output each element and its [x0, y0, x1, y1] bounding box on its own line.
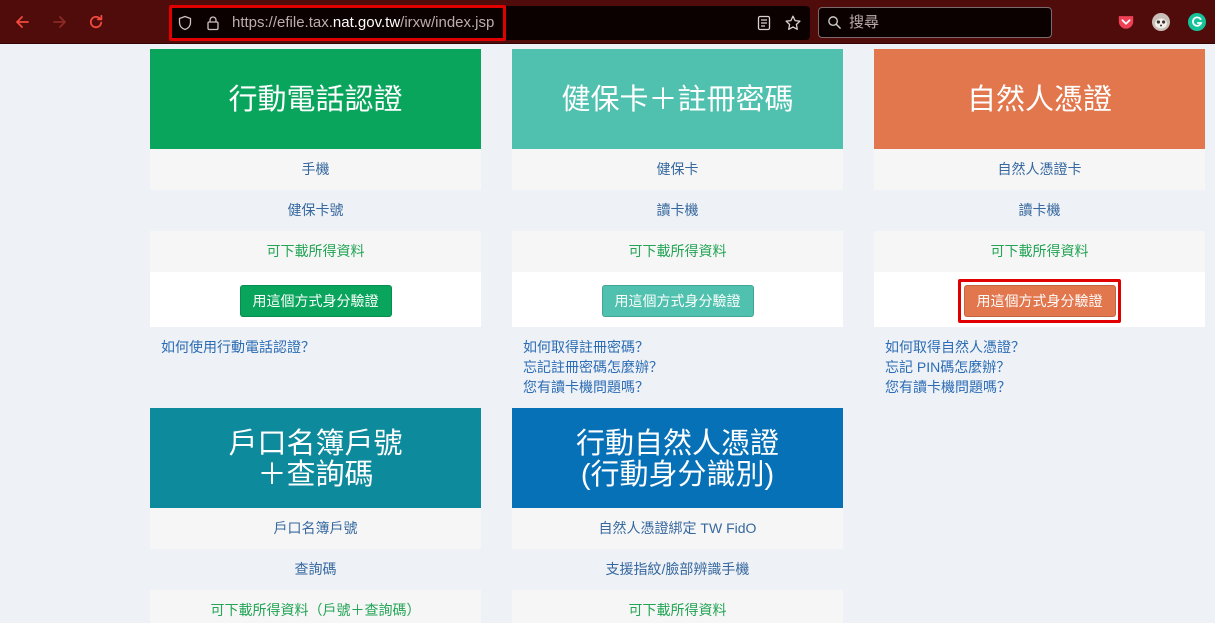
grammarly-button[interactable]	[1187, 12, 1207, 32]
help-link[interactable]: 您有讀卡機問題嗎？	[885, 377, 1194, 397]
card-title: 健保卡＋註冊密碼	[561, 84, 794, 116]
help-link[interactable]: 忘記註冊密碼怎麼辦？	[523, 357, 832, 377]
bookmark-button[interactable]	[785, 15, 801, 31]
reader-view-icon	[757, 15, 771, 31]
reload-icon	[89, 14, 103, 29]
download-note: 可下載所得資料	[512, 590, 843, 623]
card-header: 戶口名簿戶號 ＋查詢碼	[150, 408, 481, 508]
auth-option-mobile-citizen-certificate: 行動自然人憑證 (行動身分識別) 自然人憑證綁定 TW FidO 支援指紋/臉部…	[512, 408, 843, 623]
url-domain: nat.gov.tw	[332, 14, 401, 31]
requirement-row: 查詢碼	[294, 561, 337, 577]
grammarly-icon	[1188, 13, 1206, 31]
card-title: 行動電話認證	[228, 84, 403, 116]
search-icon	[828, 16, 841, 29]
card-header: 行動電話認證	[150, 49, 481, 149]
lock-icon	[207, 16, 219, 31]
requirement-row: 自然人憑證綁定 TW FidO	[512, 508, 843, 549]
card-header: 自然人憑證	[874, 49, 1205, 149]
button-row: 用這個方式身分驗證	[150, 272, 481, 327]
tracking-protection-button[interactable]	[177, 15, 193, 31]
search-input[interactable]	[849, 8, 1047, 37]
requirement-row: 讀卡機	[1018, 202, 1061, 218]
card-title-line: ＋查詢碼	[257, 458, 374, 491]
help-links: 如何使用行動電話認證？	[150, 327, 481, 357]
auth-options-grid: 行動電話認證 手機 健保卡號 可下載所得資料 用這個方式身分驗證 如何使用行動電…	[150, 49, 1205, 623]
avatar-icon	[1152, 13, 1170, 31]
help-link[interactable]: 如何使用行動電話認證？	[161, 337, 470, 357]
help-links: 如何取得註冊密碼？ 忘記註冊密碼怎麼辦？ 您有讀卡機問題嗎？	[512, 327, 843, 397]
forward-button[interactable]	[44, 6, 76, 38]
star-icon	[785, 15, 801, 30]
download-note: 可下載所得資料（戶號＋查詢碼）	[150, 590, 481, 623]
verify-with-health-card-button[interactable]: 用這個方式身分驗證	[601, 285, 754, 317]
download-note: 可下載所得資料	[150, 231, 481, 272]
requirement-row: 戶口名簿戶號	[150, 508, 481, 549]
arrow-right-icon	[53, 16, 66, 28]
requirement-row: 健保卡	[512, 149, 843, 190]
address-bar[interactable]: https://efile.tax.nat.gov.tw/irxw/index.…	[170, 6, 810, 40]
help-links: 如何取得自然人憑證？ 忘記 PIN碼怎麼辦？ 您有讀卡機問題嗎？	[874, 327, 1205, 397]
help-link[interactable]: 如何取得註冊密碼？	[523, 337, 832, 357]
shield-icon	[178, 15, 192, 31]
card-title-line: 行動自然人憑證	[575, 427, 779, 460]
help-link[interactable]: 如何取得自然人憑證？	[885, 337, 1194, 357]
back-button[interactable]	[6, 6, 38, 38]
verify-with-citizen-certificate-button[interactable]: 用這個方式身分驗證	[963, 285, 1116, 317]
pocket-button[interactable]	[1116, 12, 1136, 32]
button-row: 用這個方式身分驗證	[512, 272, 843, 327]
card-header: 健保卡＋註冊密碼	[512, 49, 843, 149]
download-note: 可下載所得資料	[512, 231, 843, 272]
search-icon-wrap	[827, 15, 842, 30]
verify-with-mobile-button[interactable]: 用這個方式身分驗證	[239, 285, 392, 317]
card-header: 行動自然人憑證 (行動身分識別)	[512, 408, 843, 508]
download-note: 可下載所得資料	[874, 231, 1205, 272]
url-prefix: https://efile.tax.	[232, 14, 333, 31]
requirement-row: 手機	[150, 149, 481, 190]
card-title: 自然人憑證	[966, 84, 1112, 116]
search-box[interactable]	[818, 7, 1052, 38]
card-title-line: (行動身分識別)	[580, 458, 775, 491]
requirement-row: 健保卡號	[287, 202, 344, 218]
reload-button[interactable]	[80, 6, 112, 38]
auth-option-household: 戶口名簿戶號 ＋查詢碼 戶口名簿戶號 查詢碼 可下載所得資料（戶號＋查詢碼）	[150, 408, 481, 623]
arrow-left-icon	[16, 16, 29, 28]
site-security-button[interactable]	[205, 15, 221, 31]
reader-view-button[interactable]	[756, 15, 772, 31]
requirement-row: 自然人憑證卡	[874, 149, 1205, 190]
auth-option-health-card: 健保卡＋註冊密碼 健保卡 讀卡機 可下載所得資料 用這個方式身分驗證 如何取得註…	[512, 49, 843, 397]
card-title-line: 戶口名簿戶號	[228, 427, 403, 460]
profile-extension-button[interactable]	[1151, 12, 1171, 32]
help-link[interactable]: 忘記 PIN碼怎麼辦？	[885, 357, 1194, 377]
auth-option-mobile: 行動電話認證 手機 健保卡號 可下載所得資料 用這個方式身分驗證 如何使用行動電…	[150, 49, 481, 357]
pocket-icon	[1118, 16, 1134, 29]
page-content: 行動電話認證 手機 健保卡號 可下載所得資料 用這個方式身分驗證 如何使用行動電…	[0, 44, 1215, 623]
help-link[interactable]: 您有讀卡機問題嗎？	[523, 377, 832, 397]
button-row: 用這個方式身分驗證	[874, 272, 1205, 327]
url-path: /irxw/index.jsp	[400, 14, 495, 31]
requirement-row: 支援指紋/臉部辨識手機	[605, 561, 750, 577]
browser-toolbar: https://efile.tax.nat.gov.tw/irxw/index.…	[0, 0, 1215, 44]
requirement-row: 讀卡機	[656, 202, 699, 218]
url-text[interactable]: https://efile.tax.nat.gov.tw/irxw/index.…	[232, 6, 494, 40]
auth-option-citizen-certificate: 自然人憑證 自然人憑證卡 讀卡機 可下載所得資料 用這個方式身分驗證 如何取得自…	[874, 49, 1205, 397]
